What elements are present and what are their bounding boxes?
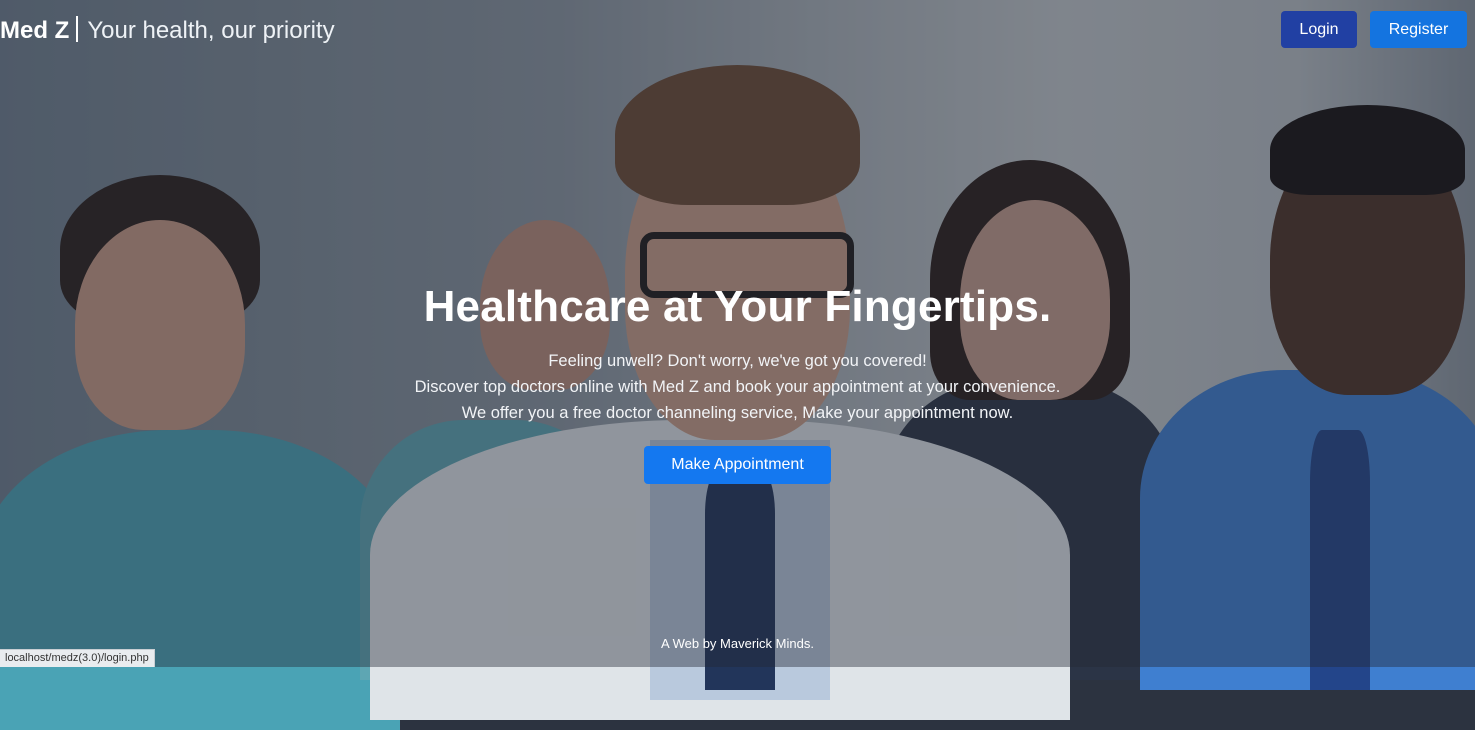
hero-title: Healthcare at Your Fingertips. — [423, 282, 1052, 331]
browser-status-url: localhost/medz(3.0)/login.php — [0, 649, 155, 667]
make-appointment-button[interactable]: Make Appointment — [644, 446, 831, 484]
hero-line-1: Feeling unwell? Don't worry, we've got y… — [548, 352, 927, 370]
hero-description: Feeling unwell? Don't worry, we've got y… — [0, 348, 1475, 426]
hero-line-2: Discover top doctors online with Med Z a… — [414, 378, 1061, 396]
site-brand[interactable]: Med Z Your health, our priority — [0, 16, 335, 45]
site-header: Med Z Your health, our priority Login Reg… — [0, 0, 1475, 60]
brand-tagline: Your health, our priority — [87, 17, 335, 44]
login-button[interactable]: Login — [1281, 11, 1357, 48]
brand-name: Med Z — [0, 17, 70, 44]
hero-line-3: We offer you a free doctor channeling se… — [461, 404, 1014, 422]
footer-credit: A Web by Maverick Minds. — [661, 636, 814, 651]
hero-section: Healthcare at Your Fingertips. Feeling u… — [0, 282, 1475, 484]
register-button[interactable]: Register — [1370, 11, 1467, 48]
brand-divider — [76, 16, 79, 42]
